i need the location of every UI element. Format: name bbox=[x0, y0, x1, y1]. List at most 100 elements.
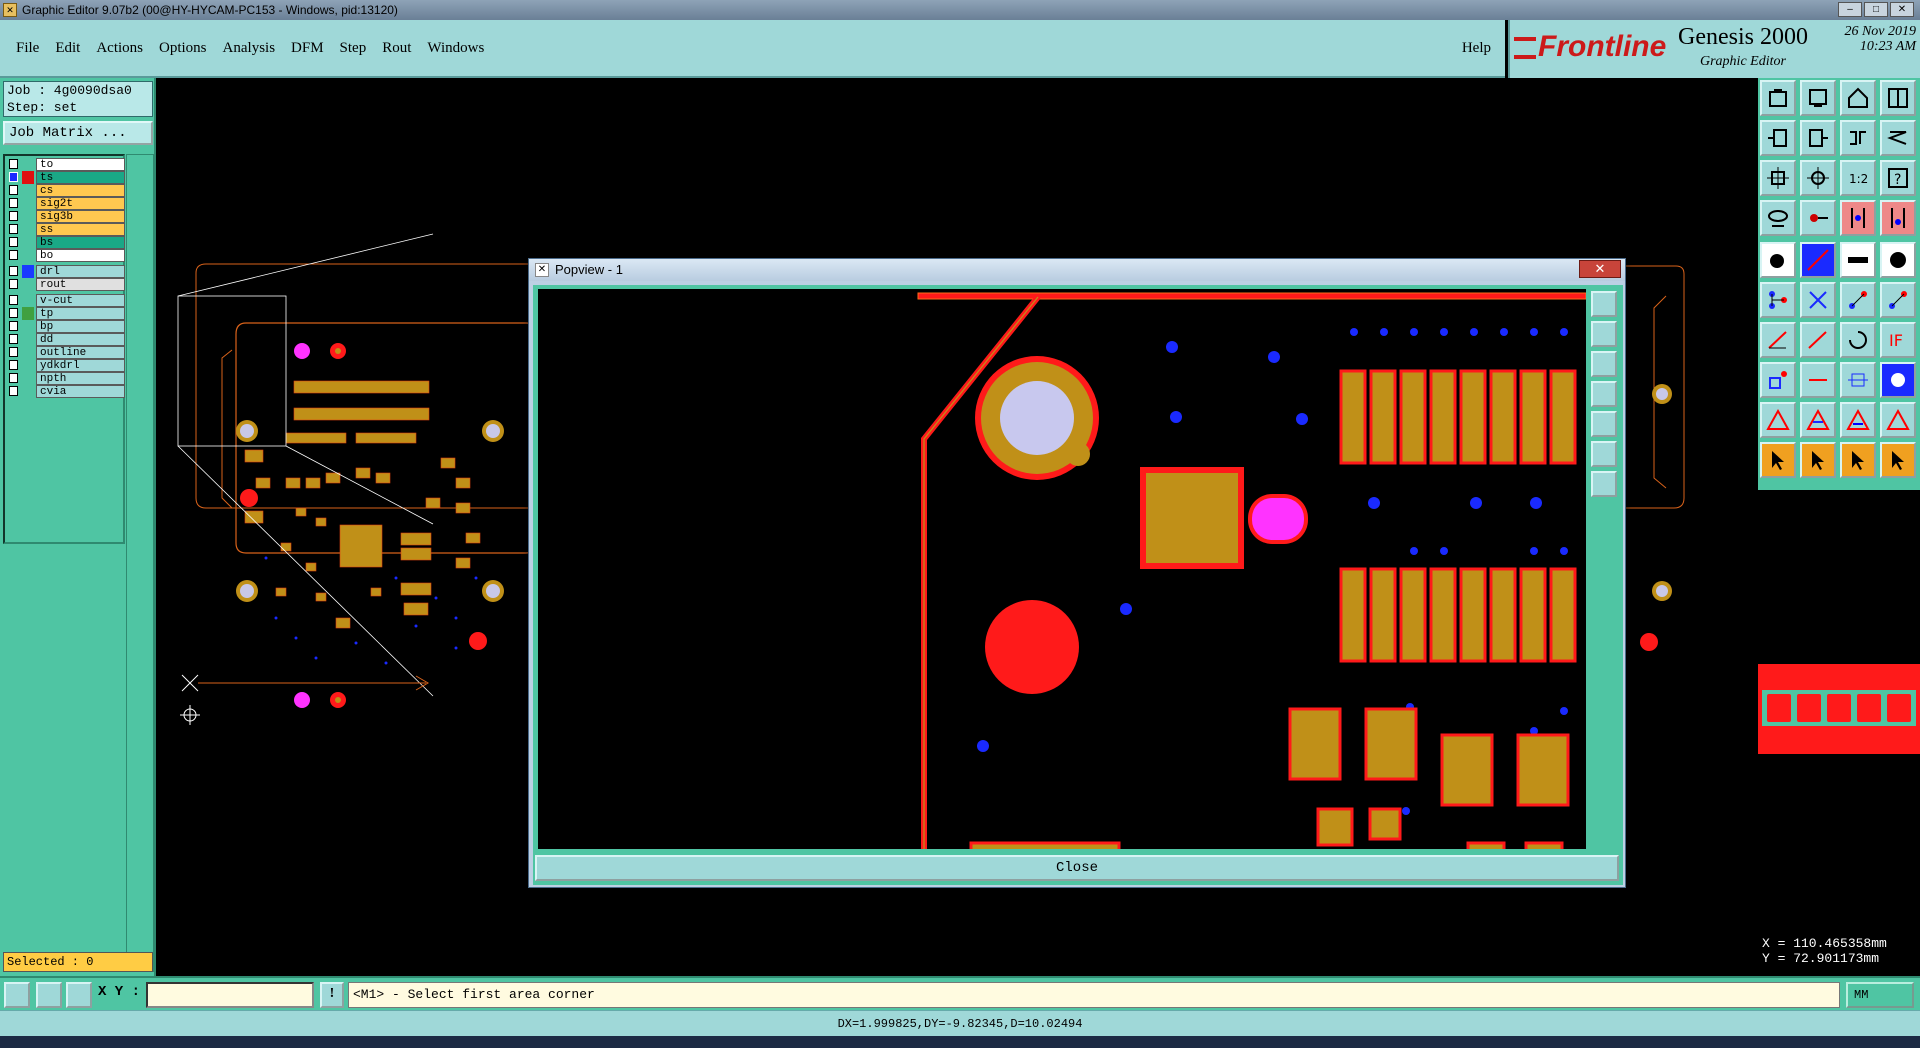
pointer-multi-icon[interactable] bbox=[1880, 442, 1916, 478]
layer-row-bo[interactable]: bo bbox=[7, 249, 125, 263]
popview-fit-icon[interactable] bbox=[1591, 441, 1617, 467]
menu-analysis[interactable]: Analysis bbox=[215, 40, 284, 57]
layer-row-ydkdrl[interactable]: ydkdrl bbox=[7, 359, 125, 373]
layer-color-swatch[interactable] bbox=[22, 320, 34, 333]
connect-icon[interactable] bbox=[1840, 282, 1876, 318]
layer-row-bs[interactable]: bs bbox=[7, 236, 125, 250]
probe-icon[interactable] bbox=[1800, 200, 1836, 236]
close-window-button[interactable]: ✕ bbox=[1890, 2, 1914, 17]
triangle-icon[interactable] bbox=[1760, 402, 1796, 438]
layer-row-v-cut[interactable]: v-cut bbox=[7, 294, 125, 308]
info-button[interactable]: ! bbox=[320, 982, 344, 1008]
measure-mode-icon[interactable] bbox=[36, 982, 62, 1008]
layer-row-sig3b[interactable]: sig3b bbox=[7, 210, 125, 224]
xy-input[interactable] bbox=[146, 982, 314, 1008]
menu-edit[interactable]: Edit bbox=[47, 40, 88, 57]
layer-row-cs[interactable]: cs bbox=[7, 184, 125, 198]
layer-name[interactable]: ydkdrl bbox=[36, 359, 125, 372]
mirror-icon[interactable] bbox=[1880, 120, 1916, 156]
popview-right-icon[interactable] bbox=[1591, 411, 1617, 437]
popview-close-icon[interactable]: ✕ bbox=[1579, 260, 1621, 278]
grid-icon[interactable] bbox=[66, 982, 92, 1008]
layer-name[interactable]: cs bbox=[36, 184, 125, 197]
popview-zoom-in-icon[interactable] bbox=[1591, 291, 1617, 317]
pan-left-icon[interactable] bbox=[1760, 120, 1796, 156]
menu-help[interactable]: Help bbox=[1462, 40, 1491, 57]
popview-bottom-icon[interactable] bbox=[1591, 351, 1617, 377]
help-icon[interactable]: ? bbox=[1880, 160, 1916, 196]
popview-left-icon[interactable] bbox=[1591, 381, 1617, 407]
layer-color-swatch[interactable] bbox=[22, 210, 34, 223]
layer-color-swatch[interactable] bbox=[22, 265, 34, 278]
node-icon[interactable] bbox=[1760, 282, 1796, 318]
layer-checkbox[interactable] bbox=[9, 308, 18, 318]
menu-rout[interactable]: Rout bbox=[374, 40, 419, 57]
popview-close-button[interactable]: Close bbox=[535, 855, 1619, 881]
layer-color-swatch[interactable] bbox=[22, 359, 34, 372]
panel-view-icon[interactable] bbox=[1880, 80, 1916, 116]
layer-color-swatch[interactable] bbox=[22, 223, 34, 236]
cross-icon[interactable] bbox=[1800, 282, 1836, 318]
connect-alt-icon[interactable] bbox=[1880, 282, 1916, 318]
maximize-button[interactable]: □ bbox=[1864, 2, 1888, 17]
layer-color-swatch[interactable] bbox=[22, 372, 34, 385]
triangle-fill-icon[interactable] bbox=[1800, 402, 1836, 438]
layer-name[interactable]: bs bbox=[36, 236, 125, 249]
menu-step[interactable]: Step bbox=[332, 40, 375, 57]
layer-name[interactable]: dd bbox=[36, 333, 125, 346]
dimension-icon[interactable] bbox=[1840, 362, 1876, 398]
bottom-view-icon[interactable] bbox=[1800, 80, 1836, 116]
layer-name[interactable]: cvia bbox=[36, 385, 125, 398]
layer-color-swatch[interactable] bbox=[22, 307, 34, 320]
menu-dfm[interactable]: DFM bbox=[283, 40, 332, 57]
menu-file[interactable]: File bbox=[8, 40, 47, 57]
measure-icon[interactable] bbox=[1760, 200, 1796, 236]
layer-checkbox[interactable] bbox=[9, 321, 18, 331]
layer-row-to[interactable]: to bbox=[7, 158, 125, 172]
minimize-button[interactable]: – bbox=[1838, 2, 1862, 17]
fill-icon[interactable] bbox=[1880, 362, 1916, 398]
scale-icon[interactable]: 1:2 bbox=[1840, 160, 1876, 196]
layer-row-sig2t[interactable]: sig2t bbox=[7, 197, 125, 211]
layer-name[interactable]: bp bbox=[36, 320, 125, 333]
layer-row-ts[interactable]: ts bbox=[7, 171, 125, 185]
units-selector[interactable]: MM bbox=[1846, 982, 1914, 1008]
zoom-fit-icon[interactable] bbox=[1760, 160, 1796, 196]
layer-checkbox[interactable] bbox=[9, 360, 18, 370]
layer-name[interactable]: v-cut bbox=[36, 294, 125, 307]
layer-checkbox[interactable] bbox=[9, 279, 18, 289]
ruler-icon[interactable] bbox=[1840, 242, 1876, 278]
layer-name[interactable]: sig3b bbox=[36, 210, 125, 223]
layer-name[interactable]: bo bbox=[36, 249, 125, 262]
layer-scrollbar[interactable] bbox=[126, 154, 154, 972]
layer-row-rout[interactable]: rout bbox=[7, 278, 125, 292]
layer-checkbox[interactable] bbox=[9, 237, 18, 247]
layer-name[interactable]: rout bbox=[36, 278, 125, 291]
layer-row-cvia[interactable]: cvia bbox=[7, 385, 125, 399]
snap-grid-icon[interactable] bbox=[1880, 200, 1916, 236]
layer-name[interactable]: outline bbox=[36, 346, 125, 359]
popview-canvas[interactable] bbox=[538, 289, 1586, 849]
layer-name[interactable]: to bbox=[36, 158, 125, 171]
layer-row-outline[interactable]: outline bbox=[7, 346, 125, 360]
job-matrix-button[interactable]: Job Matrix ... bbox=[3, 121, 153, 145]
add-line-icon[interactable] bbox=[1800, 242, 1836, 278]
layer-row-drl[interactable]: drl bbox=[7, 265, 125, 279]
layer-name[interactable]: drl bbox=[36, 265, 125, 278]
pointer-icon[interactable] bbox=[1760, 442, 1796, 478]
flip-icon[interactable] bbox=[1840, 120, 1876, 156]
layer-color-swatch[interactable] bbox=[22, 278, 34, 291]
line-red-icon[interactable] bbox=[1800, 362, 1836, 398]
draw-mode-icon[interactable] bbox=[4, 982, 30, 1008]
zoom-center-icon[interactable] bbox=[1800, 160, 1836, 196]
layer-checkbox[interactable] bbox=[9, 172, 18, 182]
popview-center-icon[interactable] bbox=[1591, 471, 1617, 497]
layer-checkbox[interactable] bbox=[9, 224, 18, 234]
layer-color-swatch[interactable] bbox=[22, 333, 34, 346]
pointer-move-icon[interactable] bbox=[1840, 442, 1876, 478]
layer-checkbox[interactable] bbox=[9, 266, 18, 276]
diagonal-icon[interactable] bbox=[1800, 322, 1836, 358]
layer-color-swatch[interactable] bbox=[22, 346, 34, 359]
layer-checkbox[interactable] bbox=[9, 250, 18, 260]
layer-checkbox[interactable] bbox=[9, 198, 18, 208]
